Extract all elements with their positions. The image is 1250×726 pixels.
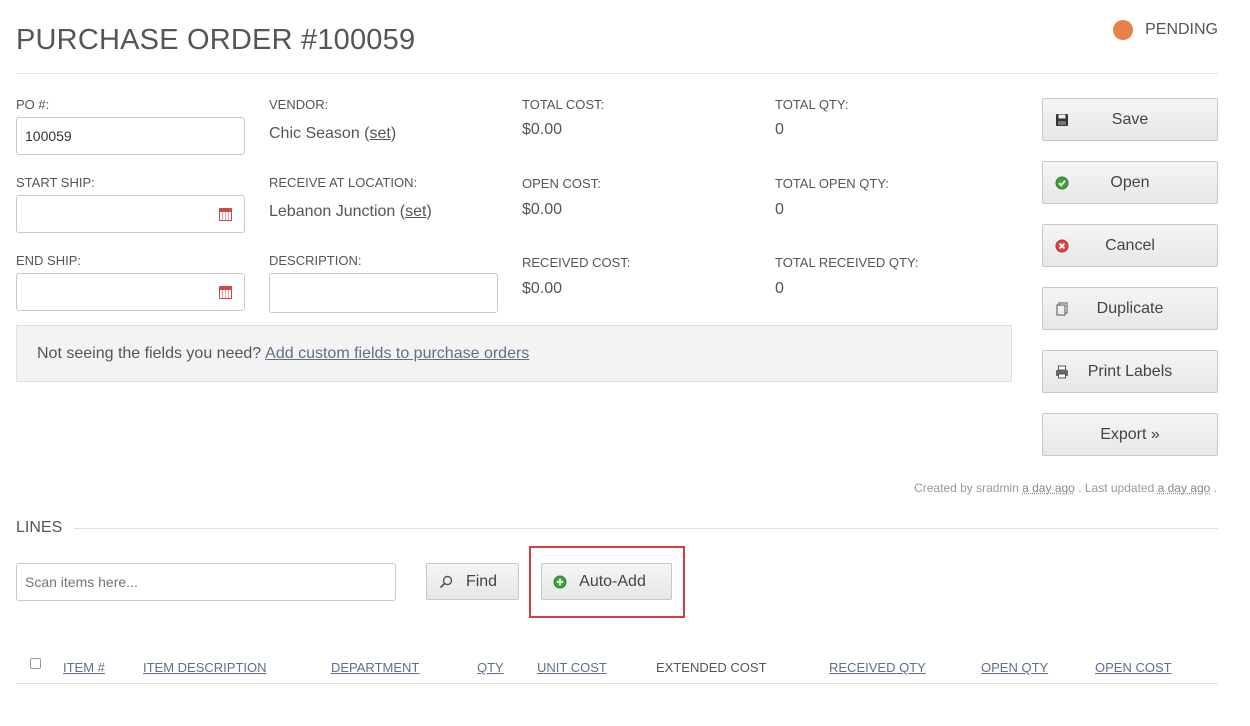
custom-fields-notice: Not seeing the fields you need? Add cust… [16, 325, 1012, 382]
column-header-unit-cost[interactable]: UNIT COST [537, 660, 607, 675]
vendor-value: Chic Season [269, 125, 360, 142]
column-header-department[interactable]: DEPARTMENT [331, 660, 419, 675]
notice-text: Not seeing the fields you need? [37, 344, 262, 362]
column-header-received-qty[interactable]: RECEIVED QTY [829, 660, 926, 675]
copy-icon [1056, 302, 1068, 316]
description-input[interactable] [269, 273, 498, 313]
po-number-value: 100059 [25, 128, 72, 144]
lines-section-title: LINES [16, 519, 63, 536]
custom-fields-link[interactable]: Add custom fields to purchase orders [265, 345, 529, 363]
magnifier-icon [439, 575, 453, 589]
print-labels-label: Print Labels [1087, 362, 1173, 380]
cancel-button[interactable]: Cancel [1042, 224, 1218, 267]
end-ship-label: END SHIP: [16, 253, 82, 268]
duplicate-button[interactable]: Duplicate [1042, 287, 1218, 330]
po-number-input[interactable]: 100059 [16, 117, 245, 155]
save-button[interactable]: Save [1042, 98, 1218, 141]
select-all-checkbox[interactable] [30, 658, 41, 669]
status-dot-icon [1113, 20, 1134, 40]
open-button[interactable]: Open [1042, 161, 1218, 204]
cancel-label: Cancel [1105, 236, 1155, 254]
column-header-open-cost[interactable]: OPEN COST [1095, 660, 1172, 675]
cancel-circle-icon [1055, 239, 1069, 253]
received-cost-value: $0.00 [522, 280, 563, 297]
column-header-extended-cost: EXTENDED COST [656, 660, 767, 675]
duplicate-label: Duplicate [1096, 299, 1164, 317]
find-button[interactable]: Find [426, 563, 519, 600]
header-divider [16, 73, 1218, 74]
location-label: RECEIVE AT LOCATION: [269, 175, 418, 190]
column-header-open-qty[interactable]: OPEN QTY [981, 660, 1048, 675]
updated-time[interactable]: a day ago [1158, 481, 1211, 495]
check-circle-icon [1055, 176, 1069, 190]
column-header-item-description[interactable]: ITEM DESCRIPTION [143, 660, 267, 675]
page-title: PURCHASE ORDER #100059 [16, 24, 416, 56]
floppy-disk-icon [1056, 114, 1068, 126]
last-updated-text: . Last updated [1078, 481, 1155, 495]
export-button[interactable]: Export » [1042, 413, 1218, 456]
created-by-text: Created by sradmin [914, 481, 1019, 495]
total-qty-label: TOTAL QTY: [775, 97, 849, 112]
scan-items-input[interactable] [16, 563, 396, 601]
meta-suffix: . [1213, 481, 1217, 495]
location-set-link[interactable]: set [405, 203, 426, 220]
save-label: Save [1111, 110, 1149, 128]
total-received-qty-label: TOTAL RECEIVED QTY: [775, 255, 919, 270]
auto-add-label: Auto-Add [579, 572, 646, 590]
lines-divider [74, 528, 1218, 529]
start-ship-input[interactable] [16, 195, 245, 233]
description-label: DESCRIPTION: [269, 253, 362, 268]
location-value: Lebanon Junction [269, 203, 396, 220]
created-time[interactable]: a day ago [1022, 481, 1075, 495]
total-qty-value: 0 [775, 121, 784, 138]
vendor-label: VENDOR: [269, 97, 329, 112]
find-label: Find [465, 572, 498, 590]
total-cost-value: $0.00 [522, 121, 563, 138]
location-value-group: Lebanon Junction (set) [269, 203, 432, 220]
end-ship-input[interactable] [16, 273, 245, 311]
column-header-item-number[interactable]: ITEM # [63, 660, 105, 675]
audit-meta: Created by sradmin a day ago . Last upda… [914, 481, 1217, 495]
table-header-divider [16, 683, 1218, 684]
auto-add-button[interactable]: Auto-Add [541, 563, 672, 600]
open-cost-label: OPEN COST: [522, 176, 601, 191]
calendar-icon[interactable] [219, 208, 232, 221]
total-received-qty-value: 0 [775, 280, 784, 297]
export-label: Export » [1100, 425, 1160, 443]
received-cost-label: RECEIVED COST: [522, 255, 631, 270]
start-ship-label: START SHIP: [16, 175, 95, 190]
open-label: Open [1110, 173, 1150, 191]
total-open-qty-value: 0 [775, 201, 784, 218]
status-indicator: PENDING [1113, 20, 1218, 40]
print-labels-button[interactable]: Print Labels [1042, 350, 1218, 393]
po-number-label: PO #: [16, 97, 50, 112]
vendor-value-group: Chic Season (set) [269, 125, 397, 142]
vendor-set-link[interactable]: set [370, 125, 391, 142]
status-label: PENDING [1145, 21, 1218, 38]
plus-circle-icon [553, 575, 567, 589]
printer-icon [1056, 365, 1068, 379]
total-open-qty-label: TOTAL OPEN QTY: [775, 176, 889, 191]
calendar-icon[interactable] [219, 286, 232, 299]
column-header-qty[interactable]: QTY [477, 660, 504, 675]
total-cost-label: TOTAL COST: [522, 97, 605, 112]
open-cost-value: $0.00 [522, 201, 563, 218]
